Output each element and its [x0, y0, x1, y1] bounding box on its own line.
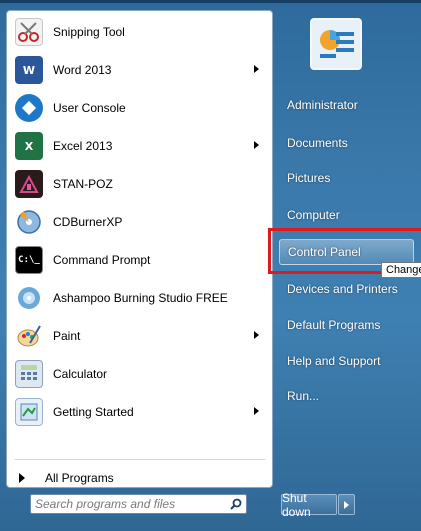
- cd-burner-icon: [15, 208, 43, 236]
- program-paint[interactable]: Paint: [15, 319, 265, 353]
- program-getting-started[interactable]: Getting Started: [15, 395, 265, 429]
- scissors-icon: [15, 18, 43, 46]
- place-pictures[interactable]: Pictures: [279, 165, 414, 191]
- user-console-icon: [15, 94, 43, 122]
- program-label: Getting Started: [53, 405, 134, 419]
- program-label: Snipping Tool: [53, 25, 125, 39]
- program-label: Excel 2013: [53, 139, 113, 153]
- ashampoo-icon: [15, 284, 43, 312]
- paint-icon: [15, 322, 43, 350]
- program-excel-2013[interactable]: X Excel 2013: [15, 129, 265, 163]
- program-label: Word 2013: [53, 63, 112, 77]
- search-box[interactable]: Search programs and files: [30, 494, 247, 514]
- place-devices-and-printers[interactable]: Devices and Printers: [279, 276, 414, 302]
- submenu-arrow-icon[interactable]: [254, 331, 259, 339]
- start-menu: Snipping Tool W Word 2013 User Console X…: [0, 0, 421, 531]
- all-programs-button[interactable]: All Programs: [15, 466, 265, 490]
- shutdown-options-button[interactable]: [338, 494, 355, 515]
- program-stan-poz[interactable]: STAN-POZ: [15, 167, 265, 201]
- program-ashampoo-burning-studio[interactable]: Ashampoo Burning Studio FREE: [15, 281, 265, 315]
- all-programs-label: All Programs: [45, 471, 114, 485]
- program-label: STAN-POZ: [53, 177, 113, 191]
- program-label: Calculator: [53, 367, 108, 381]
- program-label: Command Prompt: [53, 253, 151, 267]
- expand-arrow-icon: [19, 473, 25, 483]
- chevron-right-icon: [344, 500, 349, 509]
- place-computer[interactable]: Computer: [279, 202, 414, 228]
- place-default-programs[interactable]: Default Programs: [279, 312, 414, 338]
- word-icon: W: [15, 56, 43, 84]
- place-run[interactable]: Run...: [279, 383, 414, 409]
- shutdown-button[interactable]: Shut down: [281, 491, 337, 519]
- program-word-2013[interactable]: W Word 2013: [15, 53, 265, 87]
- stan-poz-icon: [15, 170, 43, 198]
- program-label: CDBurnerXP: [53, 215, 123, 229]
- search-icon[interactable]: [226, 494, 246, 514]
- program-calculator[interactable]: Calculator: [15, 357, 265, 391]
- submenu-arrow-icon[interactable]: [254, 407, 259, 415]
- program-snipping-tool[interactable]: Snipping Tool: [15, 15, 265, 49]
- program-label: Paint: [53, 329, 81, 343]
- place-help-and-support[interactable]: Help and Support: [279, 348, 414, 374]
- place-documents[interactable]: Documents: [279, 130, 414, 156]
- tooltip: Change: [381, 262, 421, 278]
- program-command-prompt[interactable]: C:\_ Command Prompt: [15, 243, 265, 277]
- divider: [15, 459, 265, 460]
- submenu-arrow-icon[interactable]: [254, 65, 259, 73]
- command-prompt-icon: C:\_: [15, 246, 43, 274]
- calculator-icon: [15, 360, 43, 388]
- programs-panel: Snipping Tool W Word 2013 User Console X…: [6, 10, 273, 488]
- search-input[interactable]: Search programs and files: [31, 497, 226, 511]
- submenu-arrow-icon[interactable]: [254, 141, 259, 149]
- program-user-console[interactable]: User Console: [15, 91, 265, 125]
- getting-started-icon: [15, 398, 43, 426]
- place-administrator[interactable]: Administrator: [279, 92, 414, 118]
- program-label: User Console: [53, 101, 126, 115]
- program-label: Ashampoo Burning Studio FREE: [53, 291, 228, 305]
- excel-icon: X: [15, 132, 43, 160]
- program-cdburnerxp[interactable]: CDBurnerXP: [15, 205, 265, 239]
